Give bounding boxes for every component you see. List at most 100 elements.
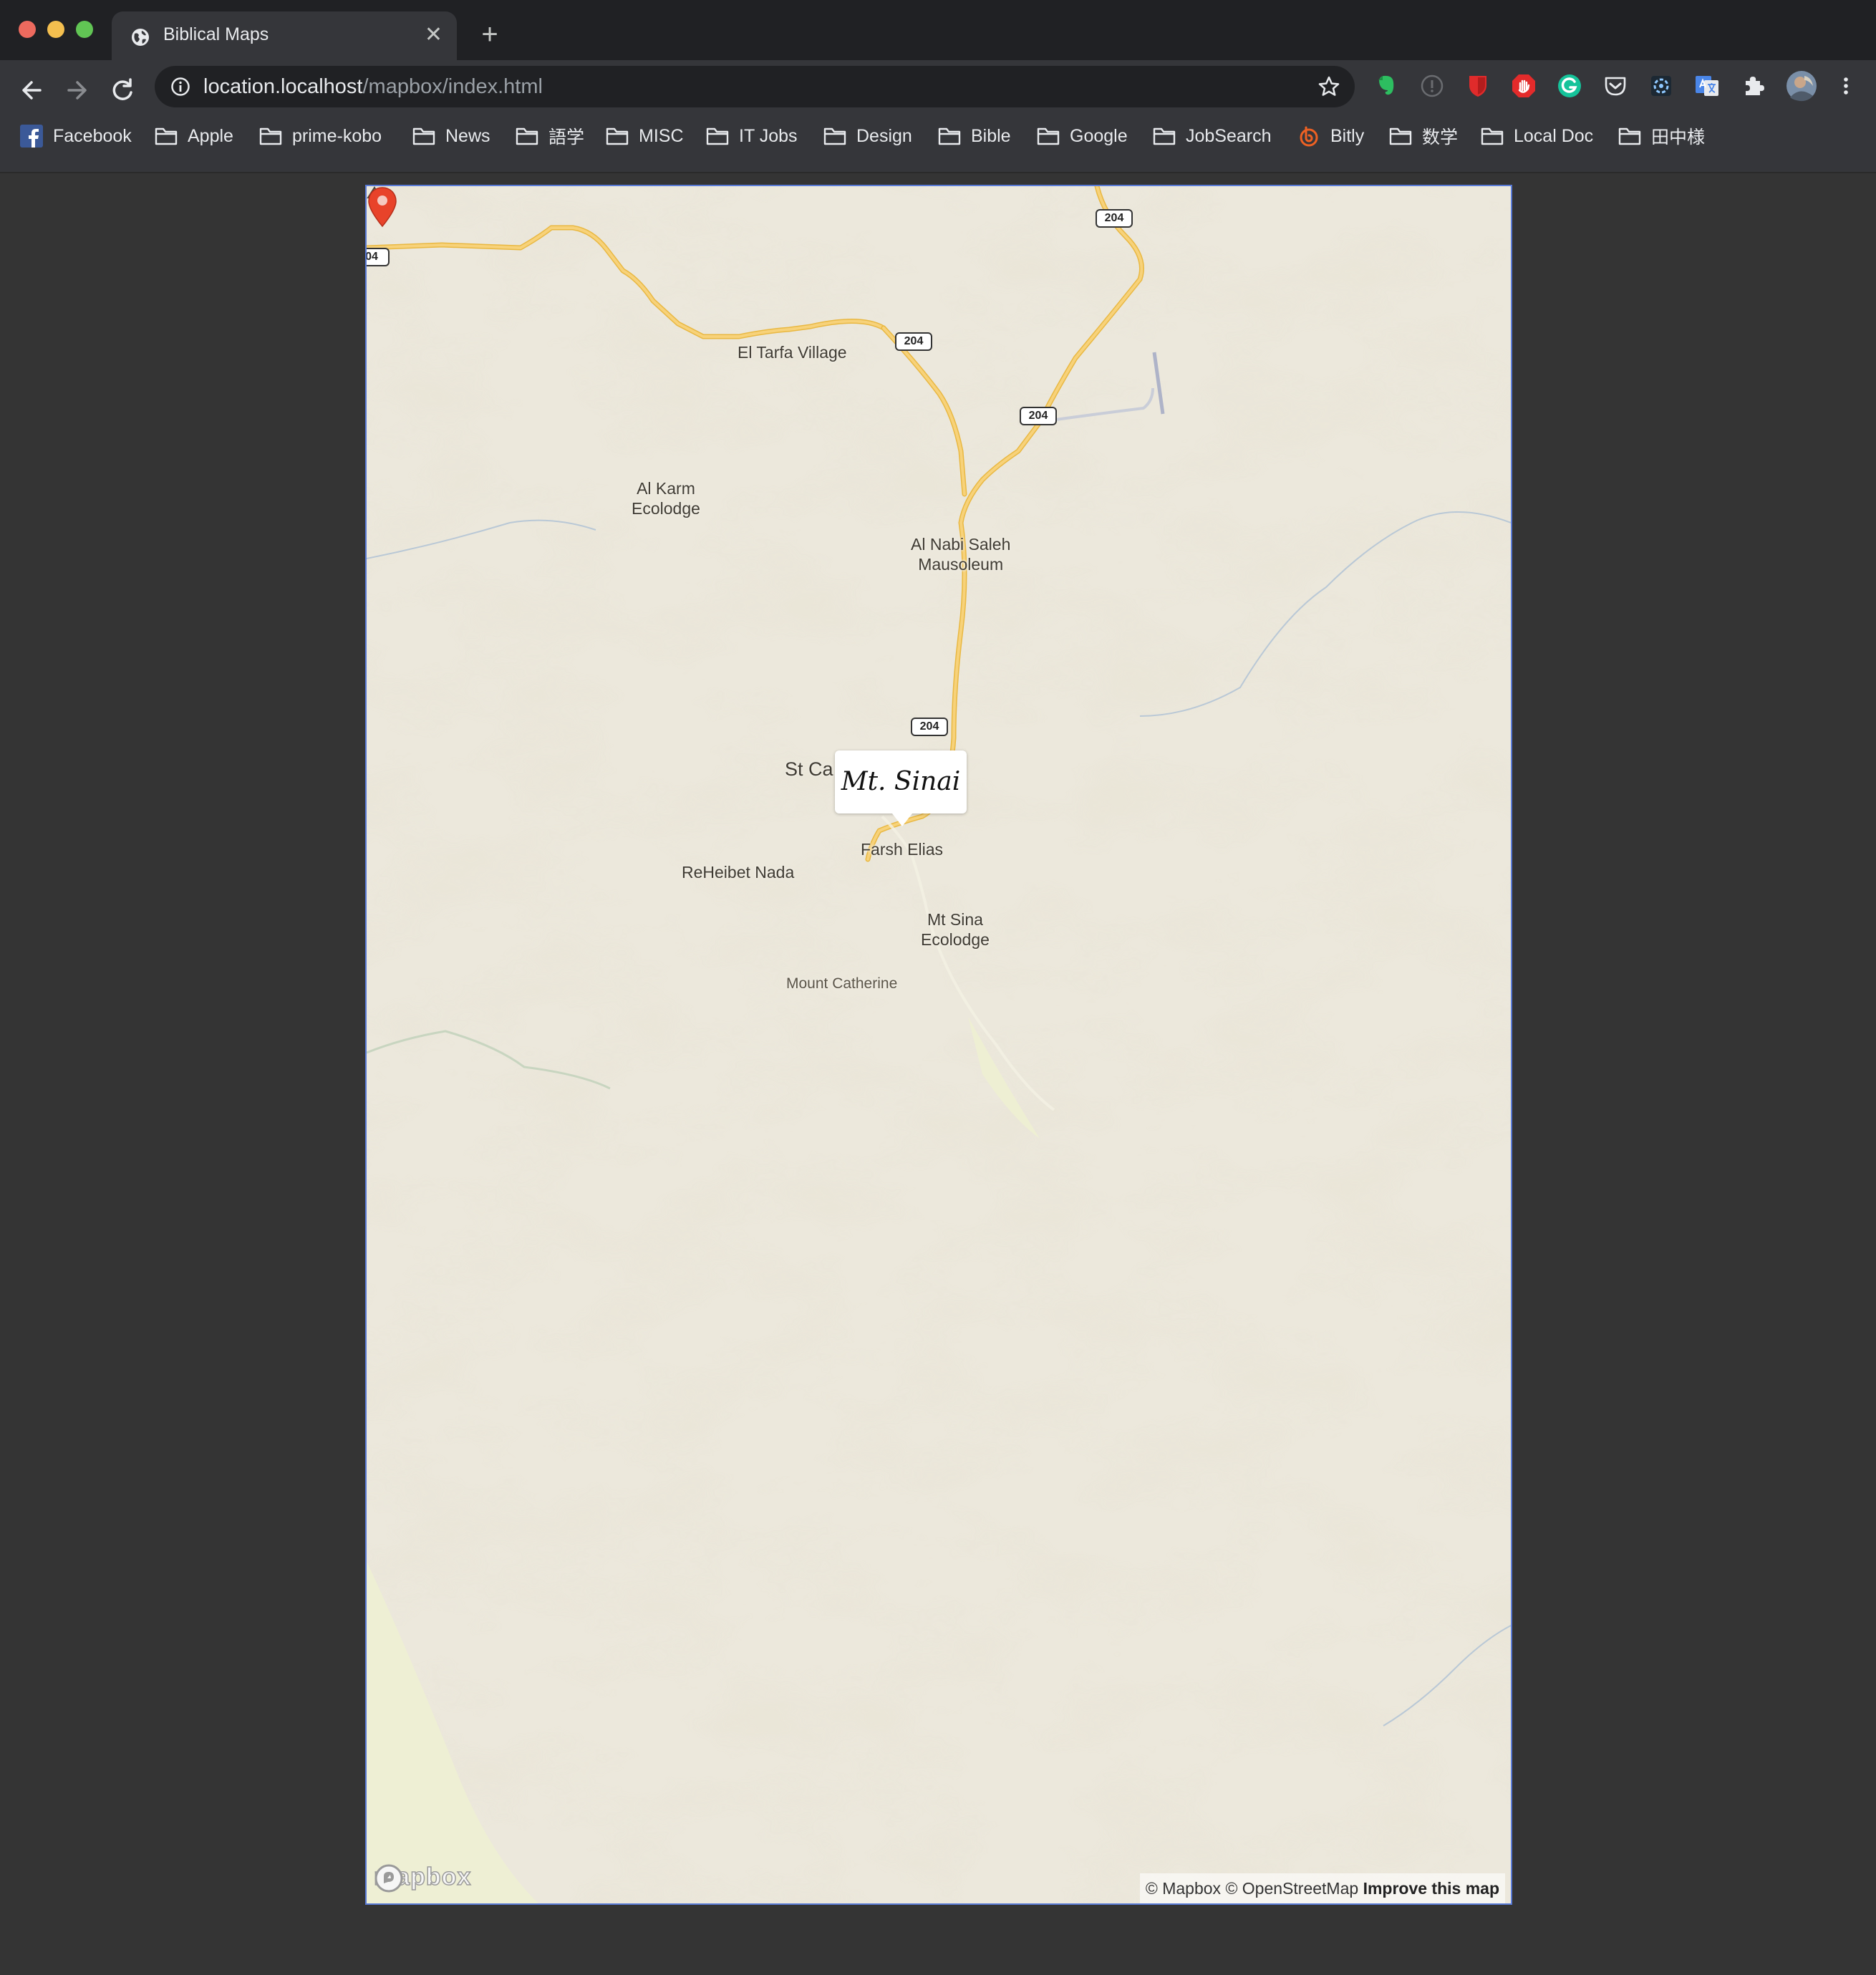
folder-icon [1481,127,1504,145]
bookmark-label: prime-kobo [292,125,382,146]
place-label-st-ca: St Ca [785,758,833,780]
folder-icon [1618,127,1641,145]
place-label-line: Mausoleum [918,555,1004,574]
folder-icon [606,127,629,145]
minimize-window-button[interactable] [47,21,64,38]
url-path: /mapbox/index.html [362,75,543,98]
map-attribution: © Mapbox © OpenStreetMap Improve this ma… [1139,1873,1505,1903]
bookmark-folder-google[interactable]: Google [1037,123,1128,149]
globe-icon [132,29,149,46]
bookmark-folder-bible[interactable]: Bible [938,123,1011,149]
bookmark-label: Google [1070,125,1128,146]
tab-biblical-maps[interactable]: Biblical Maps ✕ [112,11,457,60]
terrain-layer [367,186,1511,1903]
place-label-reheibet-nada: ReHeibet Nada [682,863,795,882]
folder-icon [706,127,729,145]
facebook-icon [20,125,43,148]
puzzle-extensions-icon[interactable] [1740,73,1766,99]
place-label-el-tarfa: El Tarfa Village [738,343,847,362]
bookmark-label: JobSearch [1186,125,1272,146]
bookmark-label: 語学 [548,127,585,148]
road-shield-204: 204 [911,718,948,736]
bookmark-label: IT Jobs [739,125,798,146]
screen-capture-icon[interactable] [1648,73,1674,99]
close-window-button[interactable] [19,21,36,38]
folder-icon [516,127,538,145]
evernote-icon[interactable] [1373,73,1399,99]
bookmarks-bar: Facebook Apple prime-kobo News 語学 MISC I… [0,116,1876,156]
folder-icon [259,127,282,145]
bookmark-folder-math[interactable]: 数学 [1389,123,1458,149]
url-host: location.localhost [203,75,363,98]
folder-icon [1153,127,1176,145]
back-arrow-icon[interactable] [13,72,50,109]
map-pin-icon[interactable] [367,186,398,229]
tab-title: Biblical Maps [163,24,269,44]
folder-icon [1389,127,1412,145]
bookmark-star-icon[interactable] [1317,75,1340,98]
url-text[interactable]: location.localhost/mapbox/index.html [203,75,543,99]
folder-icon [938,127,961,145]
place-label-mount-catherine: Mount Catherine [786,975,898,992]
pocket-icon[interactable] [1602,73,1628,99]
bookmark-folder-local-doc[interactable]: Local Doc [1481,123,1593,149]
bookmark-folder-prime-kobo[interactable]: prime-kobo [259,123,382,149]
place-label-line: Ecolodge [921,930,990,949]
attribution-mapbox-link[interactable]: © Mapbox [1146,1879,1221,1898]
folder-icon [155,127,178,145]
place-label-line: Al Nabi Saleh [911,535,1011,554]
place-label-line: Ecolodge [632,499,700,518]
folder-icon [412,127,435,145]
bookmark-label: Facebook [53,125,132,146]
mapbox-logo[interactable]: mapbox [373,1863,471,1893]
place-label-al-nabi-saleh: Al Nabi Saleh Mausoleum [911,534,1010,574]
bookmark-folder-news[interactable]: News [412,123,490,149]
bookmark-label: News [445,125,490,146]
bookmark-label: MISC [639,125,684,146]
forward-arrow-icon[interactable] [59,72,96,109]
bookmark-label: Local Doc [1514,125,1594,146]
improve-map-link[interactable]: Improve this map [1363,1879,1499,1898]
mapbox-logo-icon [374,1864,403,1893]
bookmark-bitly[interactable]: Bitly [1297,123,1364,149]
place-label-al-karm: Al Karm Ecolodge [632,478,700,518]
menu-dots-icon[interactable] [1833,73,1859,99]
map-canvas[interactable]: 04 204 204 204 204 El Tarfa Village Al K… [365,185,1512,1905]
road-shield-204: 204 [1096,209,1133,228]
map-popup[interactable]: Mt. Sinai [835,750,967,826]
road-shield-204: 204 [1020,407,1057,425]
title-bar: Biblical Maps ✕ + [0,0,1876,60]
attribution-osm-link[interactable]: © OpenStreetMap [1225,1879,1358,1898]
bookmark-folder-tanaka[interactable]: 田中様 [1618,123,1705,149]
bookmark-label: Bible [971,125,1011,146]
bookmark-facebook[interactable]: Facebook [20,123,132,149]
shield-icon[interactable] [1465,73,1491,99]
folder-icon [823,127,846,145]
info-icon[interactable] [170,77,190,97]
address-bar[interactable]: location.localhost/mapbox/index.html [155,66,1355,107]
folder-icon [1037,127,1060,145]
place-label-line: Al Karm [637,479,695,498]
road-shield: 04 [367,248,390,266]
bitly-icon [1300,126,1318,147]
bookmark-folder-misc[interactable]: MISC [606,123,684,149]
bookmark-folder-jobsearch[interactable]: JobSearch [1153,123,1272,149]
bookmark-label: Bitly [1330,125,1365,146]
google-translate-icon[interactable] [1694,73,1720,99]
profile-avatar[interactable] [1786,70,1817,102]
reload-icon[interactable] [105,72,142,109]
bookmark-folder-apple[interactable]: Apple [155,123,233,149]
grammarly-icon[interactable] [1557,73,1582,99]
tab-close-icon[interactable]: ✕ [425,21,443,49]
disabled-extension-icon[interactable] [1419,73,1445,99]
bookmark-folder-design[interactable]: Design [823,123,912,149]
bookmark-folder-it-jobs[interactable]: IT Jobs [706,123,798,149]
bookmark-folder-languages[interactable]: 語学 [516,123,584,149]
place-label-farsh-elias: Farsh Elias [861,840,944,859]
browser-toolbar: location.localhost/mapbox/index.html Fac… [0,60,1876,173]
adblock-icon[interactable] [1511,73,1537,99]
maximize-window-button[interactable] [76,21,93,38]
new-tab-button[interactable]: + [474,19,506,50]
road-shield-204: 204 [895,332,932,351]
bookmark-label: 田中様 [1651,127,1706,148]
